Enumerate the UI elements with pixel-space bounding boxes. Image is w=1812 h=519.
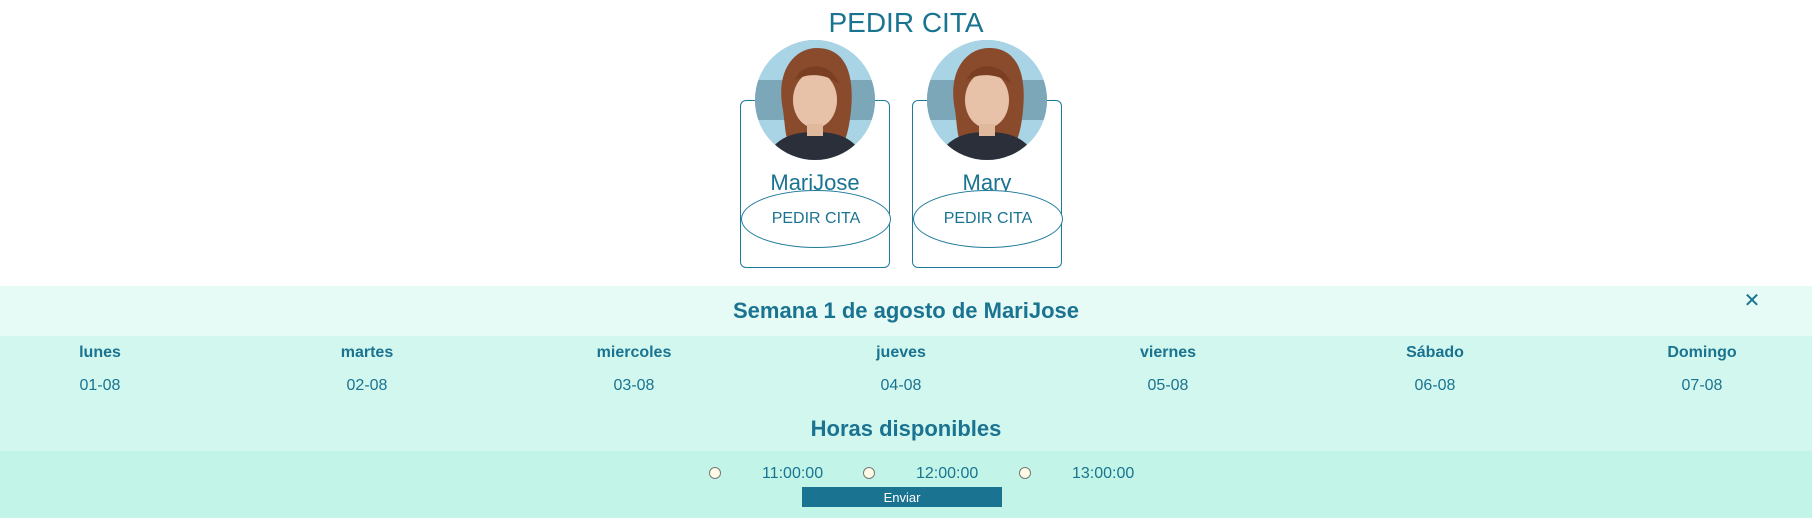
day-name: Sábado [1406,344,1464,361]
day-date: 03-08 [613,377,655,394]
day-name: Domingo [1667,344,1737,361]
week-schedule-panel: Semana 1 de agosto de MariJose ✕ lunes 0… [0,286,1812,518]
day-name: jueves [876,344,926,361]
day-date: 04-08 [880,377,922,394]
week-header: Semana 1 de agosto de MariJose ✕ [0,286,1812,336]
day-column-viernes[interactable]: viernes 05-08 [1108,342,1228,396]
time-slot-label: 13:00:00 [1072,465,1135,482]
days-row: lunes 01-08 martes 02-08 miercoles 03-08… [0,336,1812,451]
day-column-lunes[interactable]: lunes 01-08 [40,342,160,396]
day-name: viernes [1139,344,1197,361]
day-name: lunes [79,344,121,361]
time-slot-radio[interactable] [863,467,875,479]
time-slot-label: 11:00:00 [762,465,824,482]
professional-cards: MariJose PEDIR CITA Mary PEDIR CITA [740,40,1064,270]
close-icon[interactable]: ✕ [1738,286,1766,314]
pedir-cita-button-mary[interactable]: PEDIR CITA [913,190,1063,248]
day-column-jueves[interactable]: jueves 04-08 [841,342,961,396]
page-title: PEDIR CITA [828,7,984,38]
day-date: 02-08 [346,377,388,394]
day-name: martes [340,344,394,361]
day-date: 01-08 [79,377,121,394]
day-name: miercoles [596,344,672,361]
time-slot-radio[interactable] [709,467,721,479]
day-date: 07-08 [1681,377,1723,394]
time-slot-label: 12:00:00 [916,465,979,482]
day-date: 05-08 [1147,377,1189,394]
pedir-cita-button-marijose[interactable]: PEDIR CITA [741,190,891,248]
time-slot-radio[interactable] [1019,467,1031,479]
time-slots-row: 11:00:00 12:00:00 13:00:00 Enviar [0,451,1812,518]
week-title: Semana 1 de agosto de MariJose [732,298,1080,323]
day-column-sabado[interactable]: Sábado 06-08 [1375,342,1495,396]
day-column-martes[interactable]: martes 02-08 [307,342,427,396]
day-column-miercoles[interactable]: miercoles 03-08 [574,342,694,396]
day-date: 06-08 [1414,377,1456,394]
available-hours-title: Horas disponibles [810,416,1002,441]
submit-button[interactable]: Enviar [802,487,1002,507]
day-column-domingo[interactable]: Domingo 07-08 [1642,342,1762,396]
avatar [927,40,1047,160]
avatar [755,40,875,160]
